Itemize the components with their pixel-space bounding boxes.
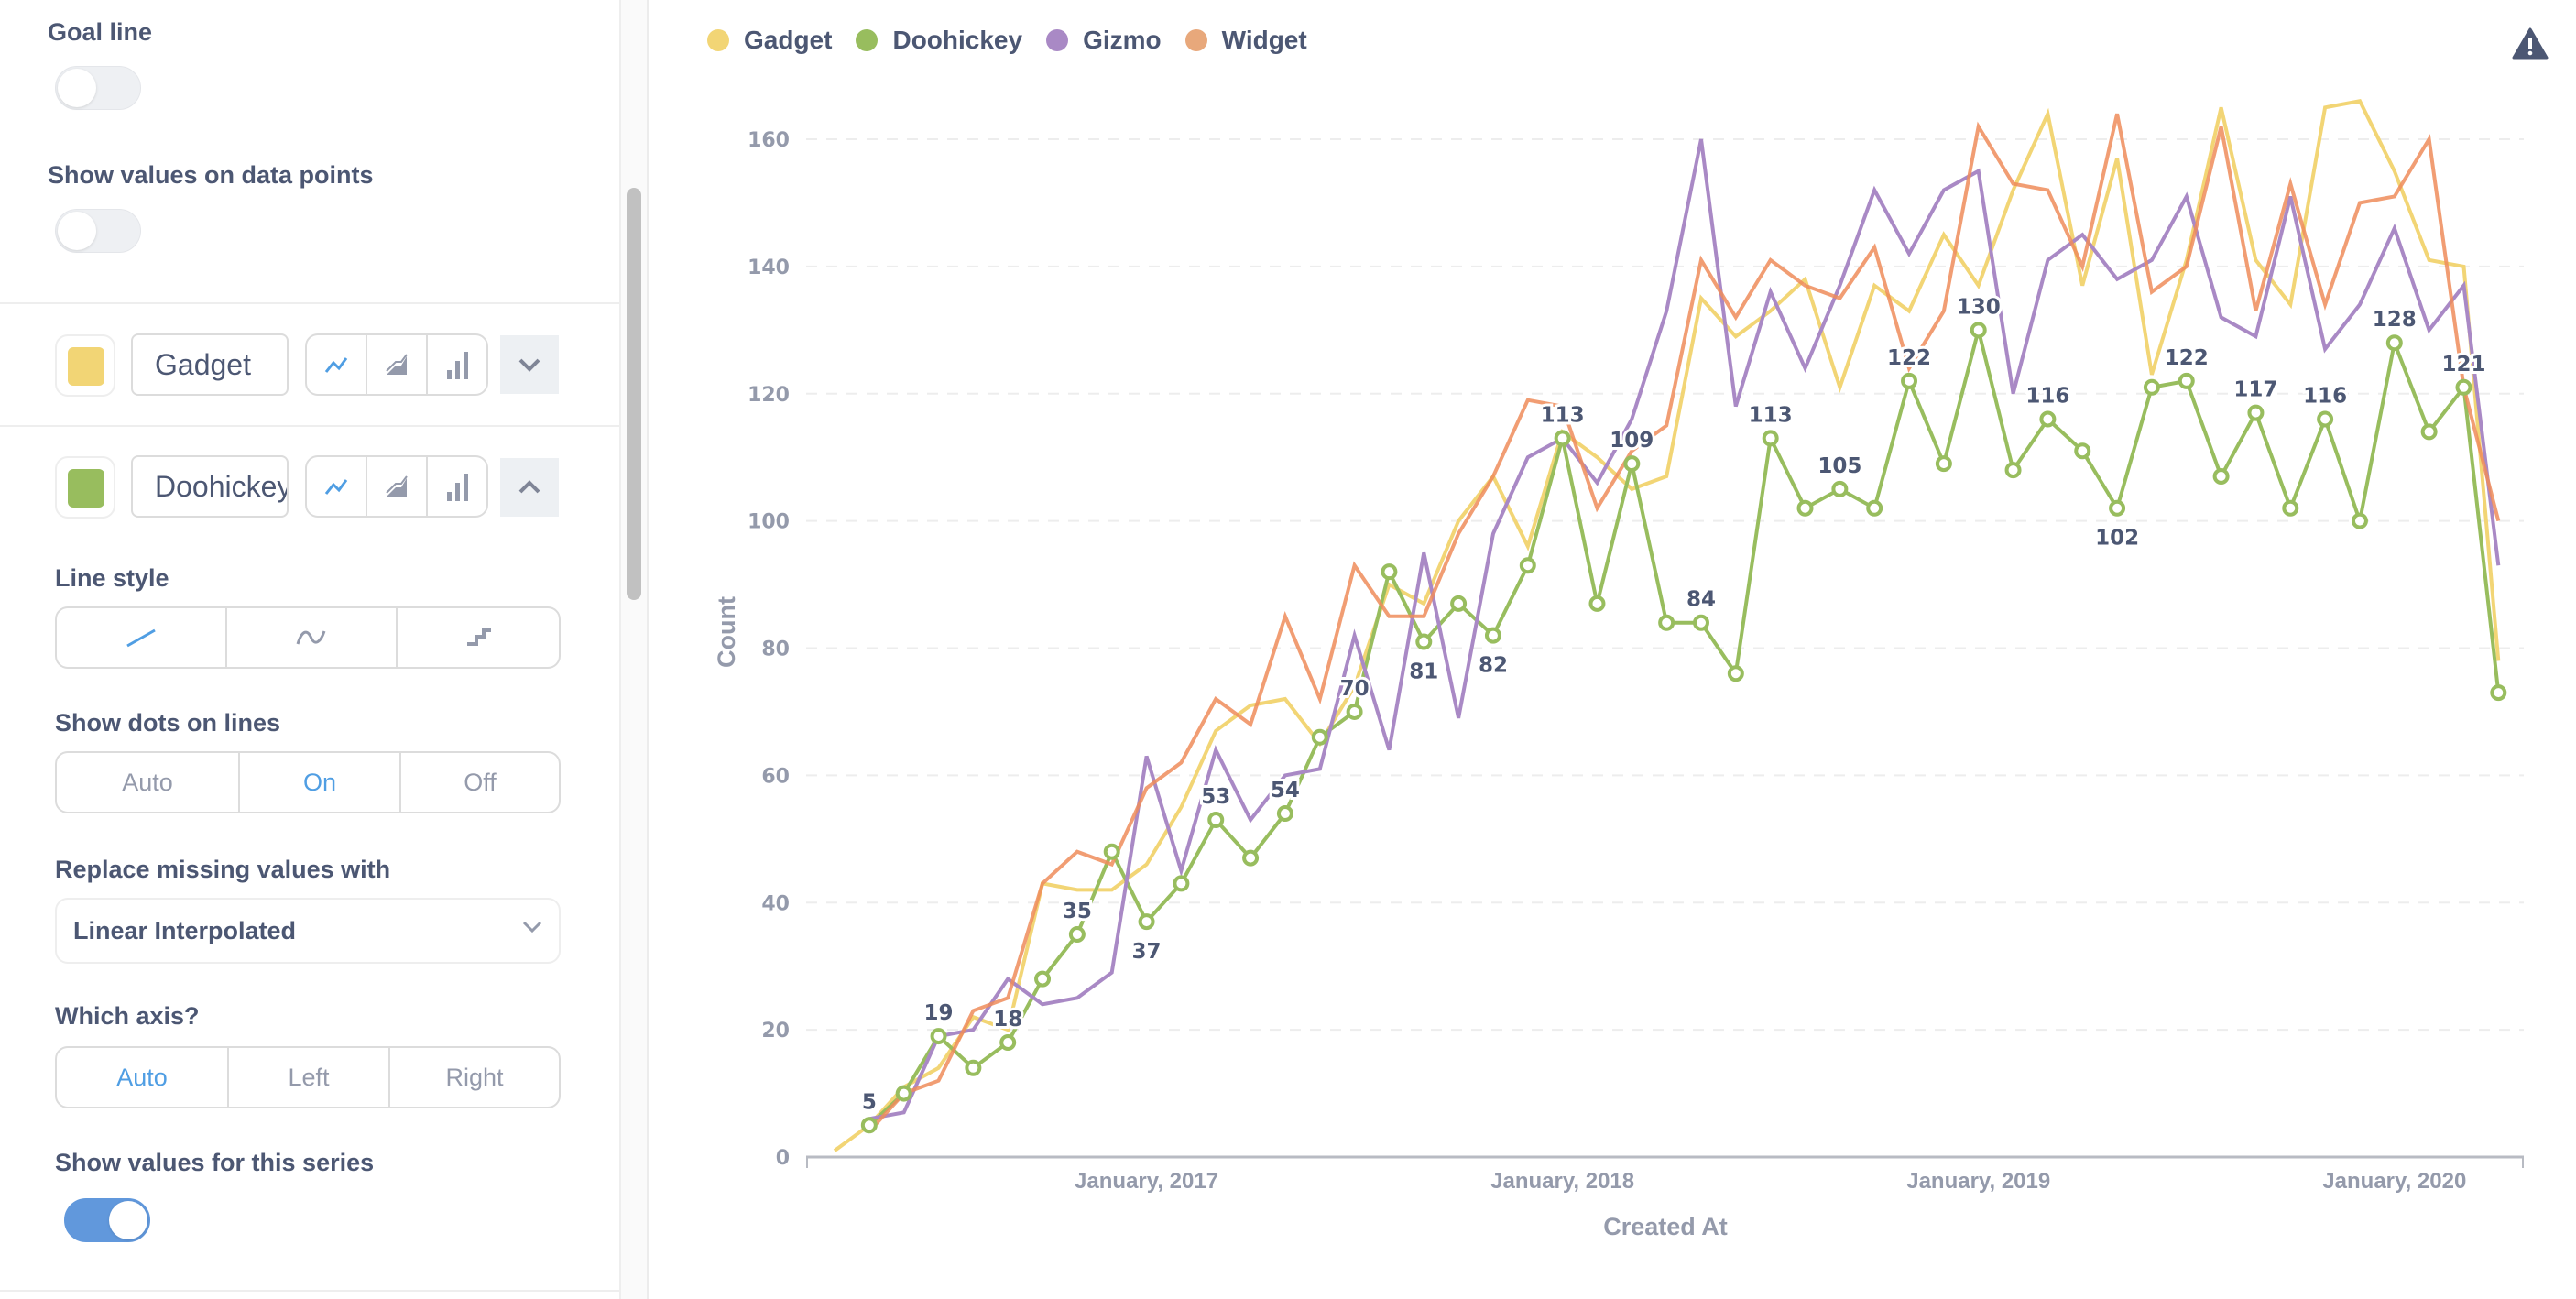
data-label: 113 [1541, 403, 1585, 427]
data-label: 116 [2303, 385, 2347, 409]
data-point [1311, 728, 1328, 746]
data-label: 109 [1610, 429, 1654, 453]
data-label: 121 [2441, 353, 2485, 377]
data-labels: 5 19 18 35 37 53 54 70 81 82 113 109 84 113 105 122 130 1… [859, 292, 2489, 1117]
data-label: 53 [1201, 785, 1230, 809]
y-tick-label: 20 [761, 1020, 790, 1042]
x-tick-label: January, 2019 [1906, 1169, 2050, 1194]
data-point [2385, 334, 2403, 352]
data-point [1173, 875, 1190, 892]
data-point [1103, 843, 1120, 860]
data-label: 18 [993, 1008, 1022, 1032]
data-point [2074, 442, 2091, 460]
data-label: 70 [1340, 677, 1370, 701]
data-label: 19 [924, 1001, 954, 1025]
data-label: 54 [1271, 779, 1300, 802]
data-point [1935, 455, 1952, 473]
data-point [2351, 512, 2368, 529]
data-point [965, 1059, 982, 1076]
data-point [2490, 684, 2507, 702]
data-label: 105 [1817, 454, 1861, 478]
data-point [1138, 913, 1155, 931]
data-point [1068, 925, 1086, 943]
data-label: 81 [1409, 660, 1438, 684]
data-point [2039, 410, 2057, 428]
data-point [2420, 423, 2438, 441]
data-point [1415, 633, 1433, 650]
data-label: 35 [1063, 900, 1092, 923]
data-label: 82 [1479, 654, 1508, 678]
data-point [930, 1028, 947, 1045]
x-axis: January, 2017 January, 2018 January, 2019 J… [806, 1155, 2524, 1194]
data-point [2004, 462, 2022, 479]
data-point [2143, 378, 2160, 396]
data-point [1346, 703, 1363, 720]
data-point [1901, 372, 1918, 389]
data-point [1658, 614, 1675, 631]
data-point [2247, 404, 2265, 421]
data-point [1034, 970, 1052, 988]
data-point [1727, 665, 1744, 682]
data-point [2212, 468, 2230, 486]
data-point [2455, 378, 2472, 396]
series-dots [860, 322, 2507, 1134]
line-chart: 020406080100120140160 January, 2017 Janua… [713, 99, 2524, 1240]
data-label: 117 [2233, 378, 2277, 402]
series-line-doohickey [868, 329, 2501, 1127]
data-label: 128 [2373, 308, 2417, 332]
y-tick-label: 60 [761, 765, 790, 788]
y-tick-label: 160 [748, 129, 790, 152]
data-label: 37 [1132, 940, 1162, 964]
data-point [2178, 372, 2195, 389]
data-point [2282, 499, 2299, 517]
data-point [1970, 322, 1987, 339]
data-point [1519, 557, 1536, 574]
data-point [1623, 455, 1641, 473]
data-label: 130 [1957, 295, 2001, 319]
data-point [1207, 811, 1225, 828]
data-point [1554, 430, 1571, 447]
y-tick-label: 80 [761, 639, 790, 661]
x-tick-label: January, 2020 [2322, 1169, 2466, 1194]
x-axis-title: Created At [1603, 1213, 1728, 1240]
data-point [1484, 627, 1501, 644]
y-tick-label: 120 [748, 384, 790, 407]
data-label: 5 [862, 1090, 877, 1114]
data-label: 122 [1887, 346, 1931, 370]
y-axis-title: Count [713, 596, 740, 668]
data-point [1588, 595, 1606, 612]
data-point [2317, 410, 2334, 428]
data-label: 84 [1686, 588, 1716, 612]
y-tick-label: 140 [748, 257, 790, 279]
data-point [1693, 614, 1709, 631]
y-tick-label: 40 [761, 892, 790, 915]
data-label: 113 [1749, 403, 1793, 427]
y-tick-label: 0 [776, 1147, 790, 1170]
x-tick-label: January, 2018 [1490, 1169, 1634, 1194]
x-tick-label: January, 2017 [1075, 1169, 1218, 1194]
data-point [2109, 499, 2126, 517]
y-tick-label: 100 [748, 511, 790, 534]
data-point [895, 1085, 912, 1102]
data-point [1762, 430, 1779, 447]
data-point [1450, 595, 1468, 612]
y-axis-ticks: 0 20 40 60 80 100 120 140 160 [748, 129, 790, 1170]
data-label: 122 [2165, 346, 2209, 370]
data-point [1276, 805, 1293, 823]
data-point [999, 1034, 1017, 1052]
data-point [1796, 499, 1814, 517]
data-point [1866, 499, 1883, 517]
data-label: 116 [2025, 385, 2069, 409]
data-point [1831, 480, 1849, 497]
data-label: 102 [2095, 527, 2139, 551]
data-point [1381, 563, 1398, 581]
series-line-gizmo [868, 138, 2501, 1121]
data-point [860, 1117, 878, 1134]
data-point [1242, 849, 1260, 867]
